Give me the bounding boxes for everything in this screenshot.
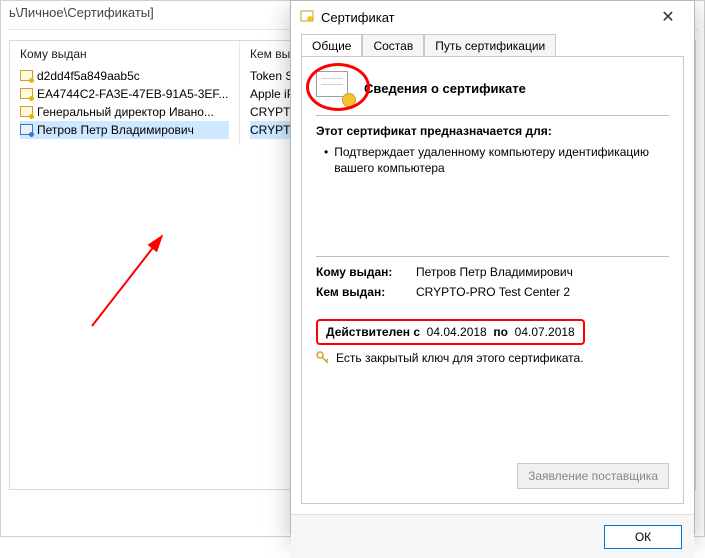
certificate-badge-icon [316, 71, 354, 105]
table-row[interactable]: d2dd4f5a849aab5c [20, 67, 229, 85]
certificate-icon [20, 124, 33, 136]
valid-prefix: Действителен с [326, 325, 420, 339]
dialog-title: Сертификат [321, 10, 395, 25]
tab-general[interactable]: Общие [301, 34, 362, 57]
cert-subject: Генеральный директор Ивано... [37, 105, 214, 119]
divider [316, 115, 669, 116]
issued-by-value: CRYPTO-PRO Test Center 2 [416, 285, 570, 299]
info-header: Сведения о сертификате [316, 71, 669, 105]
validity-row: Действителен с 04.04.2018 по 04.07.2018 [316, 319, 669, 345]
table-row[interactable]: EA4744C2-FA3E-47EB-91A5-3EF... [20, 85, 229, 103]
divider [316, 256, 669, 257]
cert-subject: Петров Петр Владимирович [37, 123, 194, 137]
annotation-arrow [82, 226, 192, 336]
tabs: Общие Состав Путь сертификации [301, 34, 684, 57]
dialog-footer: ОК [291, 514, 694, 558]
cert-subject: EA4744C2-FA3E-47EB-91A5-3EF... [37, 87, 228, 101]
certificate-icon [20, 106, 33, 118]
valid-sep: по [493, 325, 508, 339]
supplier-statement-button: Заявление поставщика [517, 463, 669, 489]
info-header-text: Сведения о сертификате [364, 81, 526, 96]
issued-to-label: Кому выдан: [316, 265, 406, 279]
annotation-highlight-box: Действителен с 04.04.2018 по 04.07.2018 [316, 319, 585, 345]
private-key-text: Есть закрытый ключ для этого сертификата… [336, 351, 584, 365]
purpose-item: Подтверждает удаленному компьютеру идент… [316, 144, 669, 176]
certificate-icon [20, 70, 33, 82]
annotation-oval [306, 63, 370, 111]
certificate-dialog: Сертификат ✕ Общие Состав Путь сертифика… [290, 0, 695, 535]
column-header-subject[interactable]: Кому выдан [20, 47, 229, 67]
table-row[interactable]: Генеральный директор Ивано... [20, 103, 229, 121]
close-button[interactable]: ✕ [650, 5, 686, 29]
dialog-titlebar: Сертификат ✕ [291, 1, 694, 33]
table-row-selected[interactable]: Петров Петр Владимирович [20, 121, 229, 139]
shield-icon [299, 9, 315, 25]
cert-subject: d2dd4f5a849aab5c [37, 69, 140, 83]
issued-to-row: Кому выдан: Петров Петр Владимирович [316, 265, 669, 279]
column-subject: Кому выдан d2dd4f5a849aab5c EA4744C2-FA3… [10, 41, 240, 145]
issued-by-row: Кем выдан: CRYPTO-PRO Test Center 2 [316, 285, 669, 299]
tab-cert-path[interactable]: Путь сертификации [424, 34, 556, 57]
tab-composition[interactable]: Состав [362, 34, 424, 57]
tab-panel-general: Сведения о сертификате Этот сертификат п… [301, 56, 684, 504]
valid-from: 04.04.2018 [427, 325, 487, 339]
key-icon [316, 351, 330, 365]
purpose-heading: Этот сертификат предназначается для: [316, 124, 669, 138]
issued-by-label: Кем выдан: [316, 285, 406, 299]
valid-to: 04.07.2018 [515, 325, 575, 339]
private-key-note: Есть закрытый ключ для этого сертификата… [316, 351, 669, 365]
certificate-icon [20, 88, 33, 100]
issued-to-value: Петров Петр Владимирович [416, 265, 573, 279]
